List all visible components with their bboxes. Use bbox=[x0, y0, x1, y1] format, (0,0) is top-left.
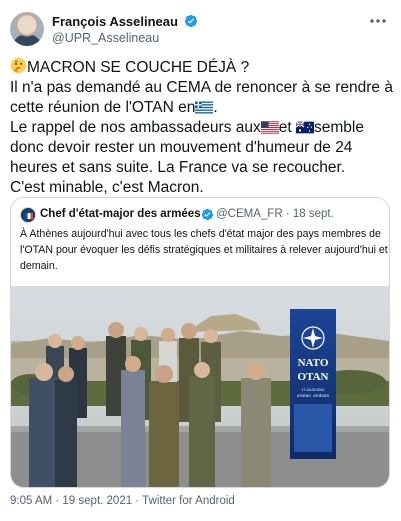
more-icon[interactable] bbox=[367, 14, 389, 28]
tweet-header: François Asselineau @UPR_Asselineau bbox=[10, 12, 391, 48]
quoted-verified-icon bbox=[201, 208, 214, 221]
quoted-line-1: À Athènes aujourd'hui avec tous les chef… bbox=[20, 228, 381, 240]
usa-flag-icon bbox=[260, 121, 279, 134]
quoted-text: À Athènes aujourd'hui avec tous les chef… bbox=[20, 226, 388, 274]
quoted-line-3: demain. bbox=[20, 260, 58, 272]
australia-flag-icon bbox=[296, 121, 314, 134]
tweet-line-4-end: semble bbox=[314, 119, 364, 136]
tweet-line-4: Le rappel de nos ambassadeurs aux et sem… bbox=[10, 118, 396, 138]
quoted-date[interactable]: · 18 sept. bbox=[286, 208, 334, 220]
tweet-line-7: C'est minable, c'est Macron. bbox=[10, 179, 204, 196]
quoted-avatar-logo-icon bbox=[21, 208, 35, 222]
tweet-line-6: heures et sans suite. La France va se re… bbox=[10, 159, 346, 176]
tweet-line-3-text: cette réunion de l'OTAN en bbox=[10, 99, 196, 116]
author-handle[interactable]: @UPR_Asselineau bbox=[52, 31, 159, 45]
quoted-name[interactable]: Chef d'état-major des armées bbox=[40, 208, 201, 220]
quoted-line-2: l'OTAN pour évoquer les défis stratégiqu… bbox=[20, 244, 388, 256]
tweet-line-1-text: MACRON SE COUCHE DÉJÀ ? bbox=[27, 59, 250, 76]
quoted-photo[interactable]: NATO OTAN 17-18.09.2021 ATHENS · ATHÈNES bbox=[11, 286, 389, 488]
nato-emblem-icon bbox=[301, 326, 325, 350]
nato-banner-small2: ATHENS · ATHÈNES bbox=[297, 393, 330, 398]
quoted-avatar[interactable] bbox=[20, 207, 36, 223]
tweet-line-1: MACRON SE COUCHE DÉJÀ ? bbox=[10, 57, 396, 78]
nato-banner-line2: OTAN bbox=[298, 371, 329, 383]
thinking-face-emoji bbox=[10, 57, 27, 74]
author-avatar[interactable] bbox=[10, 12, 44, 46]
tweet-line-2: Il n'a pas demandé au CEMA de renoncer à… bbox=[10, 79, 393, 96]
quoted-handle: @CEMA_FR bbox=[216, 208, 283, 220]
tweet-line-4-and: et bbox=[278, 119, 292, 136]
tweet-line-5: donc devoir rester un mouvement d'humeur… bbox=[10, 139, 353, 156]
nato-banner-small: 17-18.09.2021 bbox=[301, 388, 324, 392]
author-name-text: François Asselineau bbox=[52, 14, 178, 29]
tweet-footer[interactable]: 9:05 AM · 19 sept. 2021 · Twitter for An… bbox=[10, 495, 235, 507]
tweet-line-3: cette réunion de l'OTAN en . bbox=[10, 98, 396, 118]
tweet-line-4-text: Le rappel de nos ambassadeurs aux bbox=[10, 119, 261, 136]
author-name[interactable]: François Asselineau bbox=[52, 14, 198, 29]
nato-banner-line1: NATO bbox=[298, 357, 329, 369]
quoted-tweet[interactable]: Chef d'état-major des armées @CEMA_FR · … bbox=[10, 197, 390, 488]
greece-flag-icon bbox=[195, 101, 214, 114]
verified-icon bbox=[184, 14, 197, 28]
quoted-meta: @CEMA_FR · 18 sept. bbox=[216, 208, 334, 220]
tweet: François Asselineau @UPR_Asselineau MACR… bbox=[0, 0, 401, 521]
tweet-line-3-period: . bbox=[213, 99, 218, 116]
tweet-text: MACRON SE COUCHE DÉJÀ ? Il n'a pas deman… bbox=[10, 57, 396, 198]
